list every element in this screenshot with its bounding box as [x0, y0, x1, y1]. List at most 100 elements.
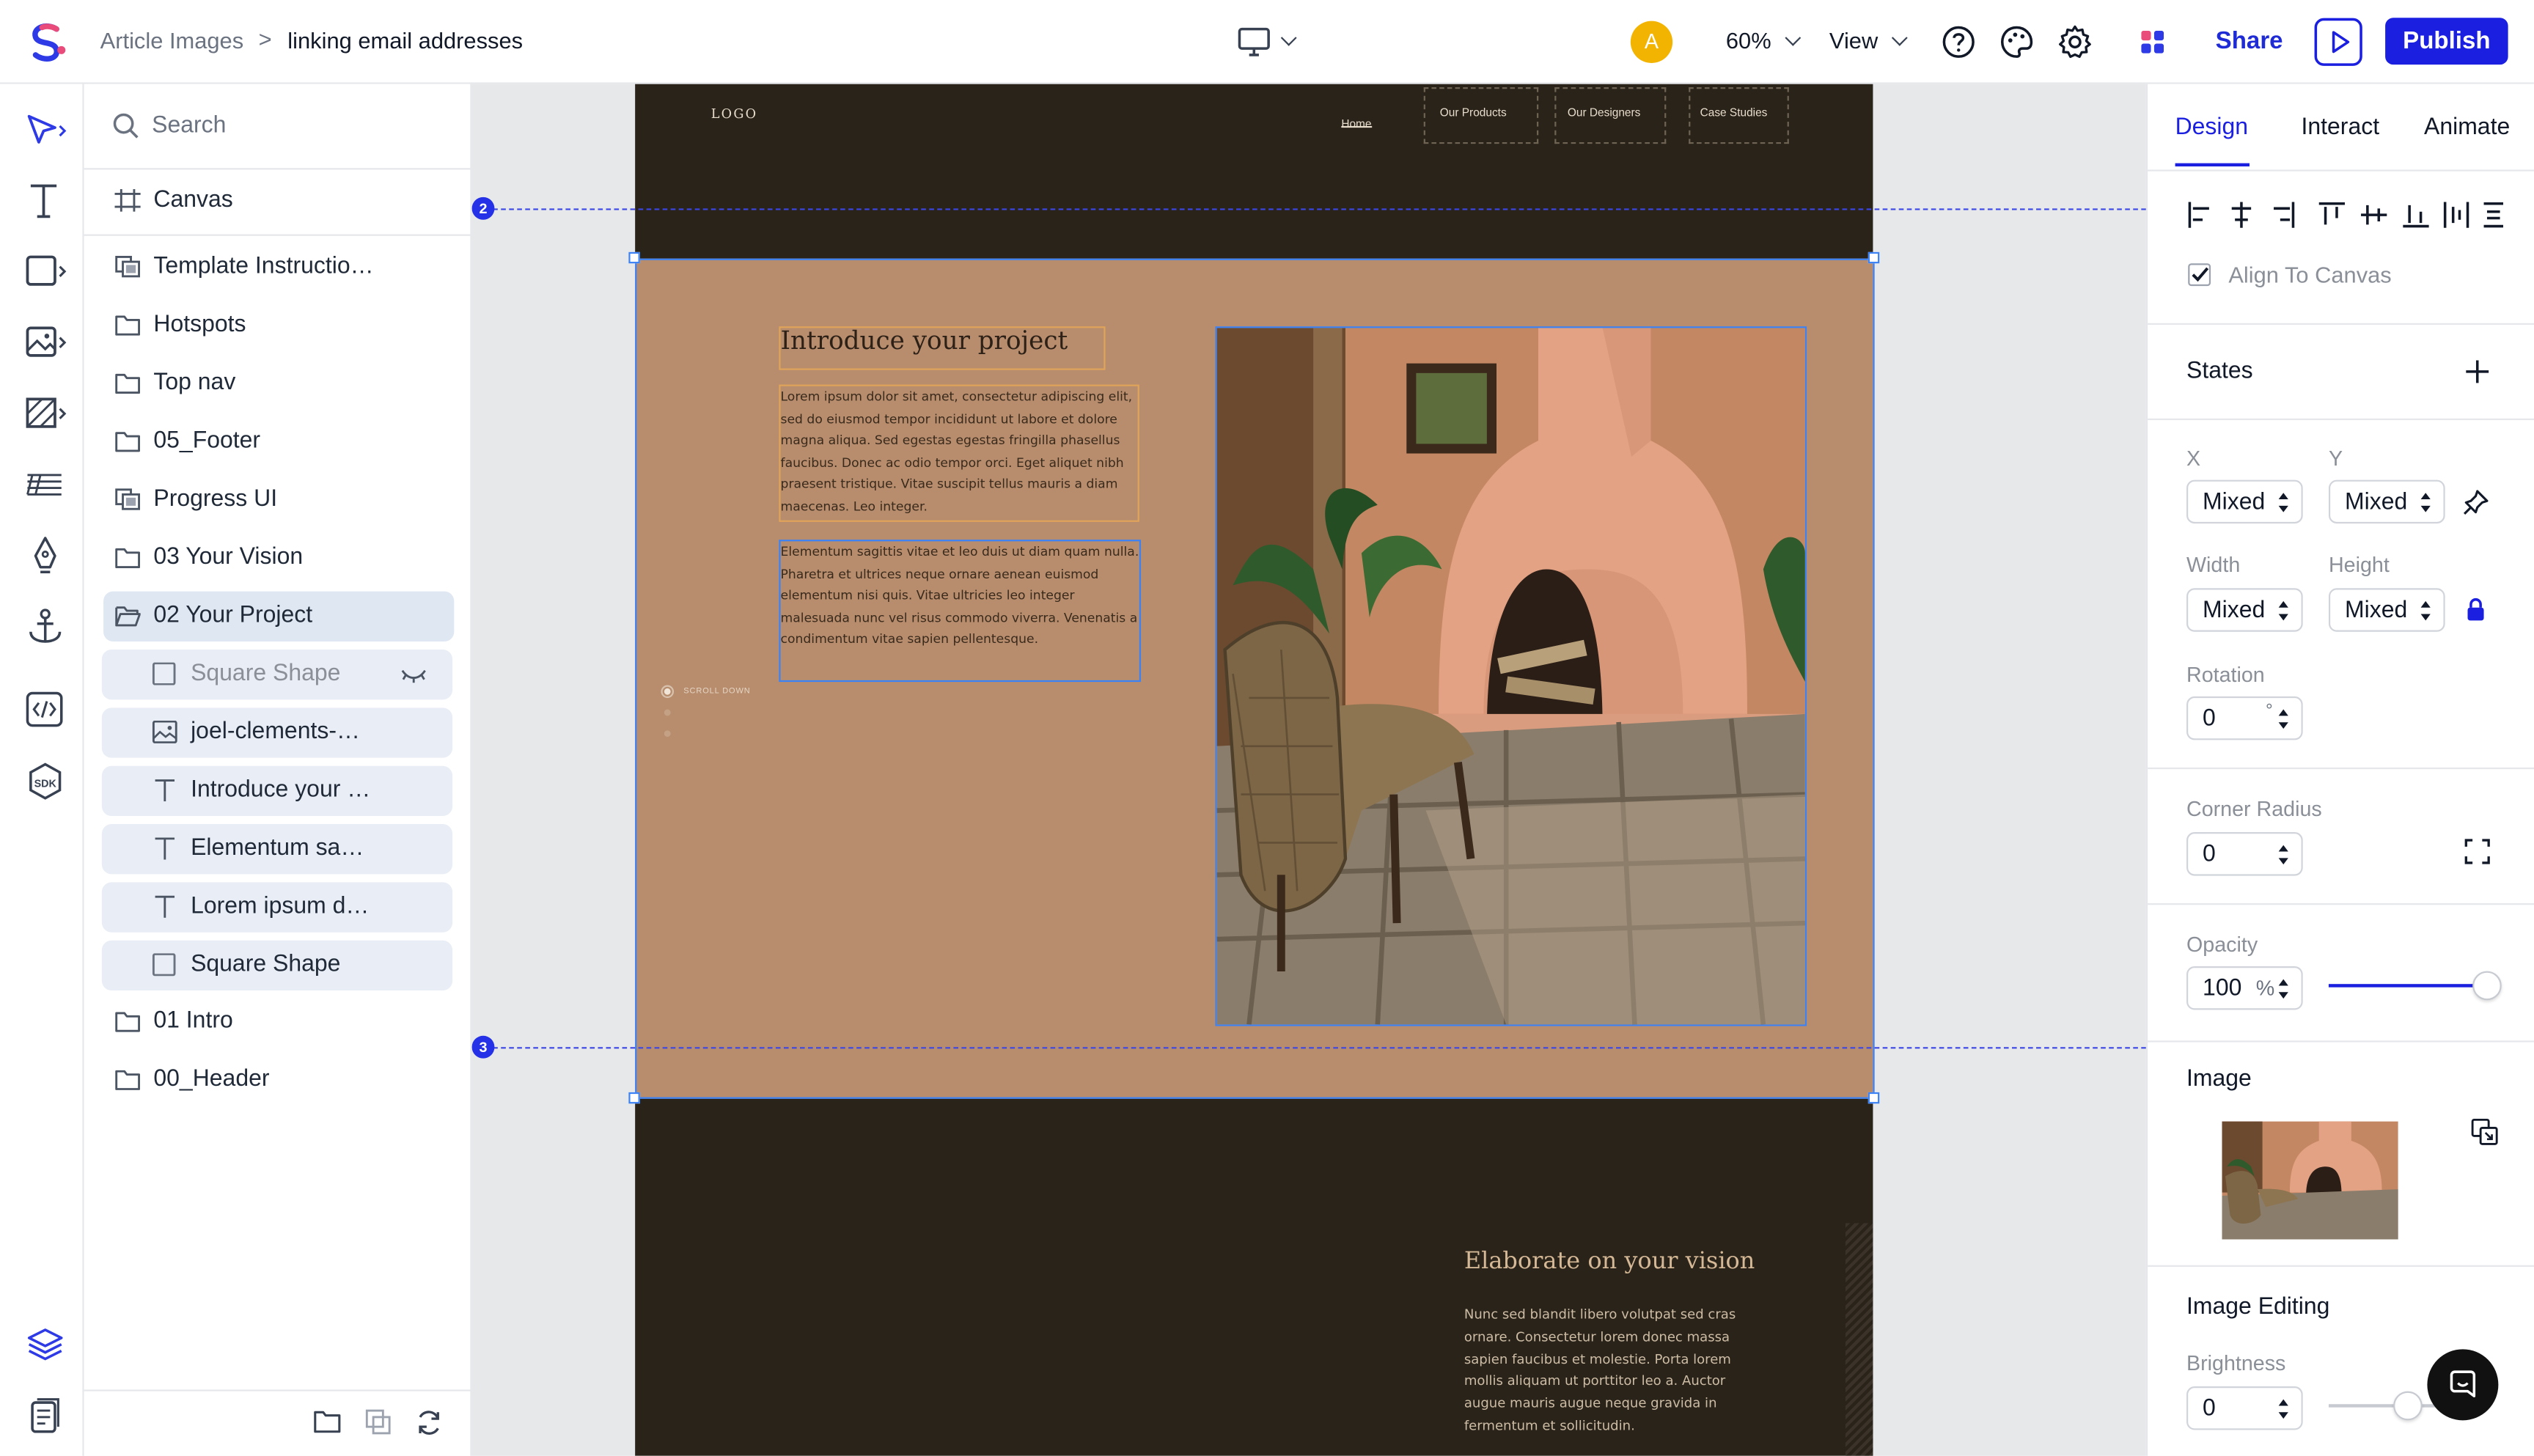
- sdk-icon[interactable]: SDK: [23, 760, 68, 805]
- x-field[interactable]: Mixed: [2186, 479, 2303, 524]
- layers-search[interactable]: Search: [84, 84, 472, 170]
- resize-handle-tr[interactable]: [1868, 251, 1880, 264]
- refresh-icon[interactable]: [415, 1409, 442, 1436]
- grid-lines-tool-icon[interactable]: [23, 462, 68, 507]
- stepper-icon[interactable]: [2278, 1396, 2288, 1422]
- nav-link-products[interactable]: Our Products: [1423, 87, 1539, 144]
- design-canvas[interactable]: LOGO Home Our Products Our Designers Cas…: [471, 84, 2146, 1456]
- hotspot-tool-icon[interactable]: [23, 391, 68, 436]
- view-menu[interactable]: View: [1829, 27, 1878, 53]
- layer-item[interactable]: joel-clements-…: [101, 707, 453, 758]
- independent-corners-icon[interactable]: [2464, 839, 2490, 864]
- layer-item[interactable]: 05_Footer: [103, 417, 454, 467]
- code-embed-icon[interactable]: [23, 687, 68, 732]
- nav-link-designers[interactable]: Our Designers: [1554, 87, 1667, 144]
- layer-item[interactable]: Elementum sa…: [101, 824, 453, 875]
- select-tool-icon[interactable]: [23, 109, 68, 154]
- add-state-plus-icon[interactable]: [2464, 359, 2490, 384]
- image-thumbnail[interactable]: [2222, 1121, 2398, 1240]
- layer-item[interactable]: Progress UI: [103, 475, 454, 525]
- tab-animate[interactable]: Animate: [2424, 114, 2510, 140]
- chat-support-button[interactable]: [2427, 1349, 2499, 1421]
- resize-handle-bl[interactable]: [628, 1092, 640, 1104]
- vision-paragraph[interactable]: Nunc sed blandit libero volutpat sed cra…: [1464, 1304, 1752, 1438]
- palette-icon[interactable]: [1999, 24, 2034, 59]
- stepper-icon[interactable]: [2420, 598, 2431, 623]
- new-folder-icon[interactable]: [314, 1409, 341, 1433]
- help-icon[interactable]: [1941, 24, 1976, 59]
- stepper-icon[interactable]: [2278, 706, 2288, 732]
- anchor-tool-icon[interactable]: [23, 604, 68, 650]
- image-tool-icon[interactable]: [23, 320, 68, 365]
- vision-section[interactable]: Elaborate on your vision Nunc sed blandi…: [635, 1098, 1873, 1456]
- tab-design[interactable]: Design: [2175, 114, 2248, 140]
- pen-tool-icon[interactable]: [23, 533, 68, 578]
- rotation-field[interactable]: 0 °: [2186, 696, 2303, 740]
- tab-interact[interactable]: Interact: [2301, 114, 2379, 140]
- duplicate-icon[interactable]: [365, 1409, 391, 1435]
- share-button[interactable]: Share: [2216, 27, 2283, 54]
- layer-canvas[interactable]: Canvas: [103, 176, 454, 226]
- layer-item[interactable]: 03 Your Vision: [103, 533, 454, 583]
- layer-label: Top nav: [153, 369, 236, 396]
- nav-link-case-studies[interactable]: Case Studies: [1689, 87, 1789, 144]
- preview-play-icon[interactable]: [2314, 18, 2362, 66]
- settings-gear-icon[interactable]: [2057, 24, 2093, 59]
- replace-image-icon[interactable]: [2471, 1118, 2498, 1145]
- view-chevron-down-icon[interactable]: [1891, 29, 1908, 46]
- square-icon: [152, 953, 176, 977]
- search-input[interactable]: Search: [152, 113, 226, 139]
- guide-badge[interactable]: 2: [471, 196, 495, 220]
- lock-icon[interactable]: [2466, 598, 2485, 622]
- opacity-slider-knob[interactable]: [2472, 971, 2502, 1001]
- app-logo-icon[interactable]: [23, 18, 71, 66]
- resize-handle-br[interactable]: [1868, 1092, 1880, 1104]
- layer-item[interactable]: 01 Intro: [103, 997, 454, 1047]
- shape-tool-icon[interactable]: [23, 249, 68, 294]
- layer-item[interactable]: 00_Header: [103, 1055, 454, 1105]
- stepper-icon[interactable]: [2278, 842, 2288, 867]
- corner-radius-field[interactable]: 0: [2186, 832, 2303, 876]
- stepper-icon[interactable]: [2420, 490, 2431, 515]
- guide-badge[interactable]: 3: [471, 1035, 495, 1059]
- layer-item[interactable]: Hotspots: [103, 301, 454, 350]
- layer-item[interactable]: Square Shape: [101, 940, 453, 991]
- stepper-icon[interactable]: [2278, 598, 2288, 623]
- text-tool-icon[interactable]: [23, 177, 68, 223]
- brightness-field[interactable]: 0: [2186, 1386, 2303, 1430]
- logo-text[interactable]: LOGO: [711, 106, 758, 121]
- pin-icon[interactable]: [2461, 488, 2491, 518]
- opacity-field[interactable]: 100 %: [2186, 966, 2303, 1010]
- stepper-icon[interactable]: [2278, 490, 2288, 515]
- width-field[interactable]: Mixed: [2186, 588, 2303, 632]
- align-buttons[interactable]: [2175, 200, 2499, 229]
- apps-grid-icon[interactable]: [2141, 30, 2164, 54]
- layer-item[interactable]: Square Shape: [101, 650, 453, 700]
- y-field[interactable]: Mixed: [2328, 479, 2445, 524]
- layers-panel-icon[interactable]: [23, 1322, 68, 1367]
- vision-heading[interactable]: Elaborate on your vision: [1464, 1249, 1755, 1275]
- nav-link-home[interactable]: Home: [1341, 106, 1372, 131]
- breadcrumb-page[interactable]: linking email addresses: [287, 27, 523, 53]
- user-avatar[interactable]: A: [1630, 21, 1673, 63]
- layer-item[interactable]: Template Instructio…: [103, 243, 454, 293]
- resize-handle-tl[interactable]: [628, 251, 640, 264]
- hidden-eye-icon[interactable]: [401, 667, 427, 683]
- layer-item[interactable]: Lorem ipsum d…: [101, 882, 453, 933]
- device-chevron-down-icon[interactable]: [1280, 29, 1297, 46]
- zoom-chevron-down-icon[interactable]: [1785, 29, 1802, 46]
- publish-button[interactable]: Publish: [2385, 18, 2508, 65]
- height-field[interactable]: Mixed: [2328, 588, 2445, 632]
- zoom-level[interactable]: 60%: [1726, 27, 1771, 53]
- guide-line[interactable]: [485, 1047, 2146, 1049]
- top-nav-section[interactable]: LOGO Home Our Products Our Designers Cas…: [635, 84, 1873, 259]
- stepper-icon[interactable]: [2278, 976, 2288, 1001]
- layer-item[interactable]: Introduce your …: [101, 765, 453, 817]
- layer-item[interactable]: 02 Your Project: [103, 591, 455, 641]
- brightness-slider-knob[interactable]: [2393, 1391, 2423, 1421]
- layer-item[interactable]: Top nav: [103, 359, 454, 408]
- pages-panel-icon[interactable]: [23, 1394, 68, 1440]
- desktop-device-icon[interactable]: [1236, 26, 1271, 58]
- guide-line[interactable]: [485, 208, 2146, 210]
- breadcrumb-project[interactable]: Article Images: [100, 27, 244, 53]
